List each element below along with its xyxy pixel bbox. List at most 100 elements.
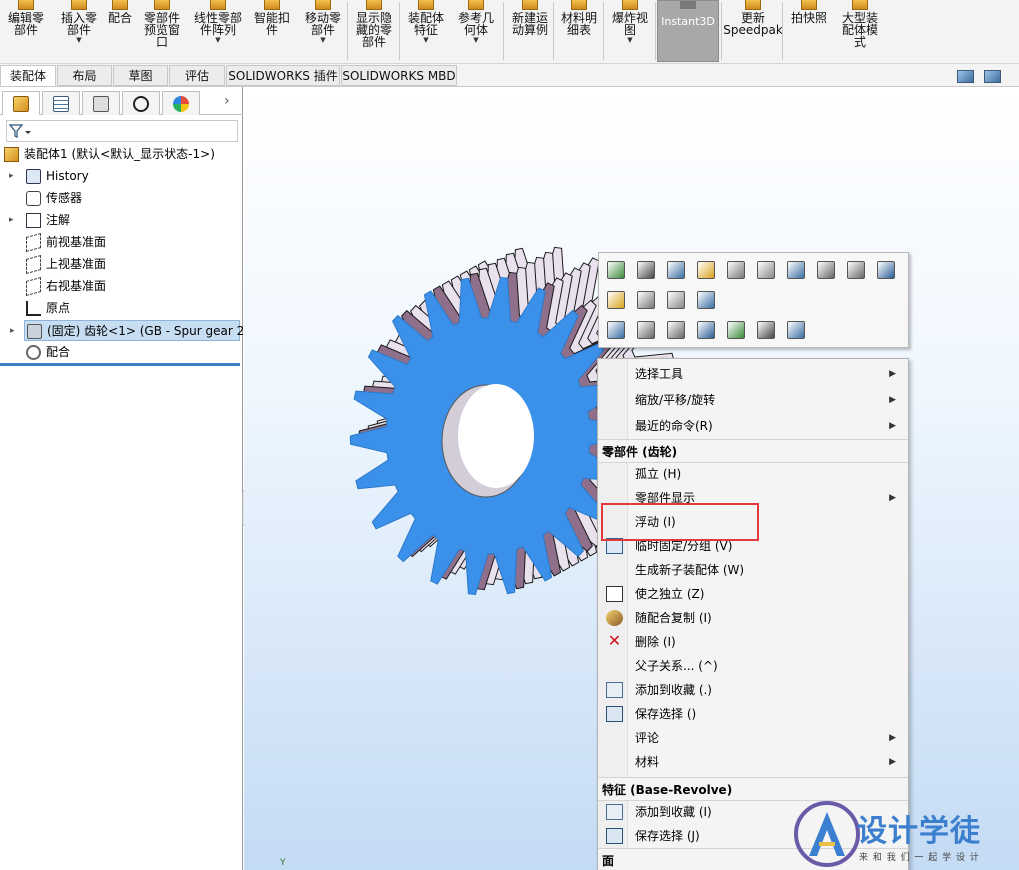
ribbon-button-2[interactable]: 配合 [103,0,137,62]
ribbon-button-label: 智能扣 件 [253,11,290,37]
context-tool-icon[interactable] [667,291,685,309]
ribbon-button-1[interactable]: 插入零 部件 ▼ [55,0,103,62]
tree-item[interactable]: ▸ History [0,166,240,187]
dropdown-arrow-icon[interactable]: ▼ [627,36,632,44]
dropdown-arrow-icon[interactable]: ▼ [473,36,478,44]
command-tab-5[interactable]: SOLIDWORKS MBD [341,65,457,86]
tree-item[interactable]: ▸ 注解 [0,210,240,231]
context-tool-icon[interactable] [667,321,685,339]
ribbon-button-10[interactable]: 新建运 动算例 [506,0,554,62]
context-tool-icon[interactable] [727,261,745,279]
ribbon-button-7[interactable]: 显示隐 藏的零 部件 [349,0,399,62]
context-tool-icon[interactable] [637,291,655,309]
view-orientation-icon[interactable] [957,70,974,83]
menu-item[interactable]: 缩放/平移/旋转 ▶ [598,388,908,412]
submenu-arrow-icon: ▶ [889,757,896,767]
menu-item[interactable]: 父子关系... (^) [598,654,908,678]
menu-item[interactable]: 材料 ▶ [598,750,908,774]
dimxpert-tab[interactable] [122,91,160,115]
command-tab-2[interactable]: 草图 [113,65,168,86]
ribbon-button-label: 材料明 细表 [560,11,597,37]
dropdown-arrow-icon[interactable]: ▼ [320,36,325,44]
display-manager-tab[interactable] [162,91,200,115]
menu-item[interactable]: 最近的命令(R) ▶ [598,414,908,438]
ribbon-button-label: 大型装 配体模 式 [841,11,878,49]
context-tool-icon[interactable] [817,261,835,279]
context-tool-icon[interactable] [637,321,655,339]
context-tool-icon[interactable] [637,261,655,279]
menu-item[interactable]: 随配合复制 (I) [598,606,908,630]
tree-item[interactable]: ▸ (固定) 齿轮<1> (GB - Spur gear 2 [10,320,244,341]
command-tab-3[interactable]: 评估 [169,65,225,86]
context-tool-icon[interactable] [697,321,715,339]
tree-item[interactable]: 装配体1 (默认<默认_显示状态-1>) [0,144,240,165]
submenu-arrow-icon: ▶ [889,395,896,405]
ribbon-button-14[interactable]: 更新 Speedpak [723,0,783,62]
ribbon-button-9[interactable]: 参考几 何体 ▼ [452,0,500,62]
sensor-icon [26,191,41,206]
context-tool-icon[interactable] [607,291,625,309]
ribbon-button-3[interactable]: 零部件 预览窗 口 [139,0,185,62]
menu-item[interactable]: ✕ 删除 (I) [598,630,908,654]
context-tool-icon[interactable] [847,261,865,279]
ribbon-tool-icon [366,0,382,10]
context-tool-icon[interactable] [877,261,895,279]
configuration-tab[interactable] [82,91,120,115]
menu-item[interactable]: 选择工具 ▶ [598,362,908,386]
command-tab-4[interactable]: SOLIDWORKS 插件 [226,65,340,86]
command-tab-1[interactable]: 布局 [57,65,112,86]
expand-arrow-icon[interactable]: ▸ [9,166,14,187]
filter-icon[interactable] [9,124,31,138]
context-tool-icon[interactable] [607,321,625,339]
menu-item-label: 材料 [635,755,660,769]
tree-item[interactable]: 上视基准面 [0,254,240,275]
menu-item[interactable]: 使之独立 (Z) [598,582,908,606]
expand-arrow-icon[interactable]: ▸ [9,210,14,231]
command-tab-0[interactable]: 装配体 [0,65,56,86]
menu-item[interactable]: 保存选择 () [598,702,908,726]
menu-item[interactable]: 添加到收藏 (.) [598,678,908,702]
dropdown-arrow-icon[interactable]: ▼ [76,36,81,44]
dropdown-arrow-icon[interactable]: ▼ [423,36,428,44]
menu-item[interactable]: 孤立 (H) [598,462,908,486]
context-tool-icon[interactable] [727,321,745,339]
panel-expand-chevron-icon[interactable]: › [224,93,230,109]
ribbon-button-4[interactable]: 线性零部 件阵列 ▼ [190,0,246,62]
ribbon-button-0[interactable]: 编辑零 部件 [0,0,52,62]
context-tool-icon[interactable] [697,291,715,309]
ribbon-button-5[interactable]: 智能扣 件 [249,0,295,62]
ribbon-button-15[interactable]: 拍快照 [786,0,832,62]
menu-section-feature: 特征 (Base-Revolve) [598,777,908,801]
tree-item[interactable]: 右视基准面 [0,276,240,297]
context-tool-icon[interactable] [757,321,775,339]
context-tool-icon[interactable] [697,261,715,279]
highlight-box [601,503,759,541]
ribbon-button-11[interactable]: 材料明 细表 [556,0,602,62]
ribbon-separator [399,2,400,60]
ribbon-separator [603,2,604,60]
instant3d-button[interactable]: Instant3D [657,0,719,62]
menu-item[interactable]: 评论 ▶ [598,726,908,750]
tree-filter-box[interactable] [6,120,238,142]
feature-tree-tab[interactable] [2,91,40,115]
tree-item[interactable]: 前视基准面 [0,232,240,253]
ribbon-button-6[interactable]: 移动零 部件 ▼ [300,0,346,62]
tree-item[interactable]: 传感器 [0,188,240,209]
dropdown-arrow-icon[interactable]: ▼ [215,36,220,44]
tree-item[interactable]: 配合 [0,342,240,363]
menu-item-label: 随配合复制 (I) [635,611,712,625]
expand-arrow-icon[interactable]: ▸ [10,321,15,342]
property-manager-tab[interactable] [42,91,80,115]
display-style-icon[interactable] [984,70,1001,83]
menu-item[interactable]: 生成新子装配体 (W) [598,558,908,582]
tree-item[interactable]: 原点 [0,298,240,319]
context-tool-icon[interactable] [667,261,685,279]
context-tool-icon[interactable] [607,261,625,279]
ribbon-button-8[interactable]: 装配体 特征 ▼ [402,0,450,62]
context-tool-icon[interactable] [787,321,805,339]
context-tool-icon[interactable] [787,261,805,279]
ribbon-button-12[interactable]: 爆炸视 图 ▼ [606,0,654,62]
ribbon-tool-icon [418,0,434,10]
context-tool-icon[interactable] [757,261,775,279]
ribbon-button-16[interactable]: 大型装 配体模 式 [835,0,885,62]
